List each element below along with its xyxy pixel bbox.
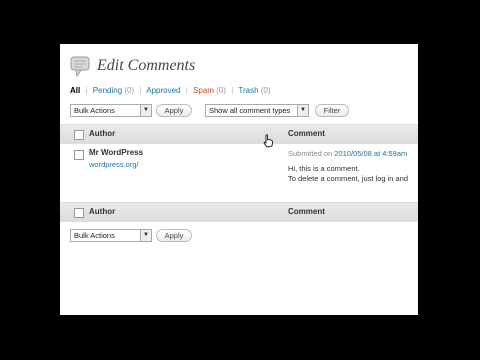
comment-status-filters: All | Pending (0) | Approved | Spam (0) … bbox=[70, 86, 271, 95]
filter-separator: | bbox=[139, 86, 142, 95]
author-name: Mr WordPress bbox=[89, 148, 144, 157]
bulk-actions-select[interactable]: Bulk Actions ▼ bbox=[70, 104, 152, 117]
comment-type-value: Show all comment types bbox=[209, 106, 291, 115]
hand-pointer-icon bbox=[263, 134, 273, 148]
row-checkbox[interactable] bbox=[74, 150, 84, 160]
filter-spam-count: (0) bbox=[216, 86, 226, 95]
column-comment: Comment bbox=[288, 129, 325, 138]
filter-spam[interactable]: Spam bbox=[193, 86, 214, 95]
select-all-checkbox[interactable] bbox=[74, 130, 84, 140]
column-author: Author bbox=[89, 129, 116, 138]
comment-type-select[interactable]: Show all comment types ▼ bbox=[205, 104, 309, 117]
chevron-down-icon: ▼ bbox=[140, 105, 151, 116]
table-footer: Author Comment bbox=[60, 202, 418, 222]
filter-separator: | bbox=[231, 86, 234, 95]
table-header: Author Comment bbox=[60, 124, 418, 144]
filter-trash-count: (0) bbox=[260, 86, 271, 95]
submitted-date-link[interactable]: 2010/05/08 at 4:59am bbox=[334, 149, 407, 158]
filter-pending[interactable]: Pending bbox=[93, 86, 122, 95]
filter-approved[interactable]: Approved bbox=[146, 86, 180, 95]
submitted-label: Submitted on bbox=[288, 149, 333, 158]
filter-pending-count: (0) bbox=[124, 86, 135, 95]
comment-line: To delete a comment, just log in and bbox=[288, 174, 409, 183]
bulk-actions-select-bottom[interactable]: Bulk Actions ▼ bbox=[70, 229, 152, 242]
filter-separator: | bbox=[185, 86, 188, 95]
page-title: Edit Comments bbox=[97, 57, 196, 74]
apply-button-bottom[interactable]: Apply bbox=[156, 229, 192, 242]
filter-button[interactable]: Filter bbox=[315, 104, 349, 117]
filter-trash[interactable]: Trash bbox=[238, 86, 258, 95]
bulk-actions-value: Bulk Actions bbox=[74, 231, 115, 240]
author-url-link[interactable]: wordpress.org/ bbox=[89, 160, 139, 169]
submitted-meta: Submitted on 2010/05/08 at 4:59am bbox=[288, 149, 407, 158]
wp-admin-screen: Edit Comments All | Pending (0) | Approv… bbox=[60, 44, 418, 315]
table-row: Mr WordPress wordpress.org/ Submitted on… bbox=[60, 144, 418, 200]
column-author-footer: Author bbox=[89, 207, 116, 216]
comment-text: Hi, this is a comment. To delete a comme… bbox=[288, 164, 408, 184]
select-all-checkbox-footer[interactable] bbox=[74, 208, 84, 218]
chevron-down-icon: ▼ bbox=[297, 105, 308, 116]
comment-line: Hi, this is a comment. bbox=[288, 164, 360, 173]
comments-bubble-icon bbox=[70, 56, 90, 78]
apply-button[interactable]: Apply bbox=[156, 104, 192, 117]
filter-all[interactable]: All bbox=[70, 86, 80, 95]
chevron-down-icon: ▼ bbox=[140, 230, 151, 241]
column-comment-footer: Comment bbox=[288, 207, 325, 216]
filter-separator: | bbox=[85, 86, 88, 95]
bulk-actions-value: Bulk Actions bbox=[74, 106, 115, 115]
